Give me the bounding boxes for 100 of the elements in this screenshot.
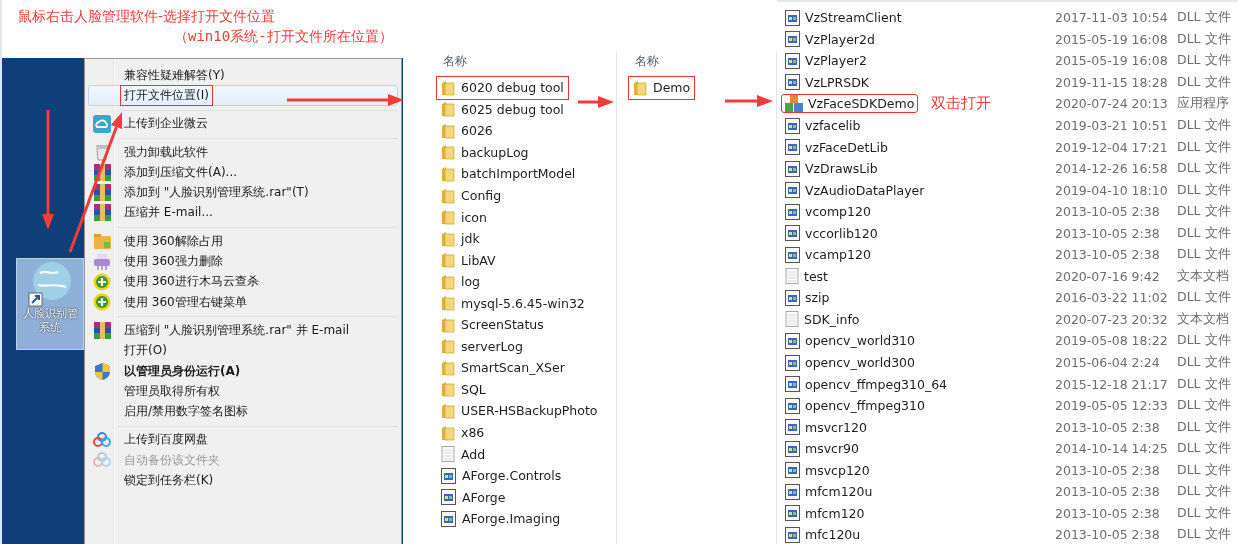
- file-item[interactable]: AForge: [437, 486, 510, 508]
- file-item[interactable]: x86: [437, 421, 489, 444]
- date-cell-text: 2013-10-05 2:38: [1055, 462, 1161, 478]
- menu-item[interactable]: 打开文件位置(I): [88, 85, 398, 106]
- menu-item[interactable]: 启用/禁用数字签名图标: [88, 401, 398, 422]
- menu-label: 管理员取得所有权: [123, 382, 221, 400]
- menu-item[interactable]: 强力卸载此软件: [88, 141, 398, 163]
- menu-item[interactable]: 上传到百度网盘: [88, 429, 398, 451]
- file-name: msvcp120: [805, 462, 870, 478]
- file-item[interactable]: vcomp120: [782, 203, 874, 220]
- menu-item[interactable]: 管理员取得所有权: [88, 381, 398, 402]
- file-item[interactable]: icon: [437, 206, 491, 228]
- file-item[interactable]: 6020 debug tool: [437, 77, 568, 99]
- library-file-icon: [785, 332, 800, 349]
- menu-item[interactable]: 锁定到任务栏(K): [88, 470, 398, 491]
- menu-item[interactable]: 添加到 "人脸识别管理系统.rar"(T): [88, 182, 398, 203]
- column-header[interactable]: 名称: [629, 51, 659, 77]
- menu-item[interactable]: 使用 360强力删除: [88, 251, 398, 272]
- globe-icon: [28, 261, 72, 307]
- folder-icon: [441, 122, 455, 139]
- menu-label: 压缩到 "人脸识别管理系统.rar" 并 E-mail: [123, 321, 351, 339]
- date-cell-text: 2013-10-05 2:38: [1055, 527, 1161, 543]
- menu-item[interactable]: 使用 360管理右键菜单: [88, 291, 398, 313]
- file-item[interactable]: msvcr120: [782, 419, 870, 436]
- file-item[interactable]: opencv_ffmpeg310: [782, 397, 928, 414]
- file-item[interactable]: SmartScan_XSer: [437, 357, 569, 379]
- file-item[interactable]: mysql-5.6.45-win32: [437, 292, 589, 314]
- file-item[interactable]: vzfacelib: [782, 117, 864, 134]
- file-item[interactable]: vcamp120: [782, 246, 874, 263]
- shredder-icon: [94, 253, 110, 270]
- type-cell: 应用程序: [1177, 95, 1229, 113]
- file-item[interactable]: USER-HSBackupPhoto: [437, 400, 602, 422]
- file-item[interactable]: VzLPRSDK: [782, 74, 873, 91]
- file-item[interactable]: VzAudioDataPlayer: [782, 182, 928, 199]
- file-item[interactable]: 6026: [437, 120, 497, 142]
- type-cell: DLL 文件: [1177, 203, 1231, 221]
- file-item[interactable]: msvcp120: [782, 462, 873, 479]
- menu-item[interactable]: 压缩到 "人脸识别管理系统.rar" 并 E-mail: [88, 320, 398, 341]
- shield-icon: [94, 362, 110, 380]
- menu-item[interactable]: 上传到企业微云: [88, 113, 398, 134]
- folder-icon: [441, 230, 455, 247]
- file-item[interactable]: VzDrawsLib: [782, 160, 881, 177]
- file-item[interactable]: mfc120u: [782, 526, 864, 543]
- file-item[interactable]: AForge.Controls: [437, 464, 566, 487]
- library-file-icon: [785, 31, 800, 48]
- menu-item[interactable]: 使用 360解除占用: [88, 231, 398, 252]
- file-item[interactable]: AForge.Imaging: [437, 507, 565, 530]
- date-cell-text: 2019-12-04 17:21: [1055, 139, 1169, 155]
- file-item[interactable]: opencv_world310: [782, 332, 918, 349]
- file-item[interactable]: mfcm120u: [782, 483, 876, 500]
- menu-item[interactable]: 打开(O): [88, 340, 398, 361]
- file-item[interactable]: ScreenStatus: [437, 314, 548, 336]
- file-item[interactable]: test: [782, 268, 831, 285]
- file-item[interactable]: vccorlib120: [782, 225, 881, 242]
- file-name: mfc120u: [805, 527, 861, 543]
- menu-label: 压缩并 E-mail...: [123, 204, 214, 222]
- folder-icon: [441, 165, 455, 182]
- file-item[interactable]: Add: [437, 443, 490, 465]
- library-file-icon: [441, 489, 456, 506]
- menu-item[interactable]: 兼容性疑难解答(Y): [88, 65, 398, 86]
- type-cell: DLL 文件: [1177, 289, 1231, 307]
- file-item[interactable]: jdk: [437, 227, 484, 250]
- menu-item[interactable]: 使用 360进行木马云查杀: [88, 271, 398, 292]
- folder-icon: [441, 209, 455, 226]
- file-item[interactable]: opencv_ffmpeg310_64: [782, 376, 951, 393]
- file-item[interactable]: szip: [782, 289, 833, 306]
- menu-item[interactable]: 压缩并 E-mail...: [88, 202, 398, 224]
- file-item[interactable]: msvcr90: [782, 440, 862, 457]
- file-item[interactable]: log: [437, 270, 485, 293]
- file-item[interactable]: VzFaceSDKDemo: [782, 95, 918, 113]
- file-item[interactable]: mfcm120: [782, 505, 868, 522]
- file-name: opencv_ffmpeg310_64: [805, 376, 948, 392]
- date-cell-text: 2016-03-22 11:02: [1055, 290, 1169, 306]
- library-file-icon: [785, 483, 800, 500]
- file-item[interactable]: Config: [437, 184, 506, 207]
- file-item[interactable]: serverLog: [437, 335, 527, 358]
- file-item[interactable]: VzPlayer2d: [782, 31, 878, 48]
- menu-label: 打开文件位置(I): [121, 85, 212, 105]
- file-item[interactable]: 6025 debug tool: [437, 98, 568, 121]
- file-item[interactable]: LibAV: [437, 249, 500, 271]
- file-name: test: [804, 268, 828, 284]
- file-item[interactable]: batchImportModel: [437, 163, 580, 185]
- file-item[interactable]: SQL: [437, 378, 490, 401]
- file-item[interactable]: opencv_world300: [782, 354, 918, 371]
- file-item[interactable]: backupLog: [437, 141, 533, 164]
- file-item[interactable]: VzPlayer2: [782, 52, 870, 69]
- menu-item[interactable]: 以管理员身份运行(A): [88, 360, 398, 382]
- file-name: VzLPRSDK: [805, 74, 870, 90]
- file-item[interactable]: Demo: [629, 77, 695, 99]
- column-header[interactable]: 名称: [437, 51, 467, 77]
- file-item[interactable]: vzFaceDetLib: [782, 139, 891, 156]
- file-item[interactable]: VzStreamClient: [782, 9, 905, 26]
- folder-icon: [441, 316, 455, 333]
- menu-item[interactable]: 添加到压缩文件(A)...: [88, 162, 398, 183]
- file-item[interactable]: SDK_info: [782, 311, 863, 328]
- date-cell-text: 2013-10-05 2:38: [1055, 484, 1161, 500]
- menu-label: 自动备份该文件夹: [123, 451, 221, 469]
- file-name: 6020 debug tool: [461, 80, 564, 96]
- file-name: vcamp120: [805, 247, 871, 263]
- plus-circle-icon: [93, 293, 111, 312]
